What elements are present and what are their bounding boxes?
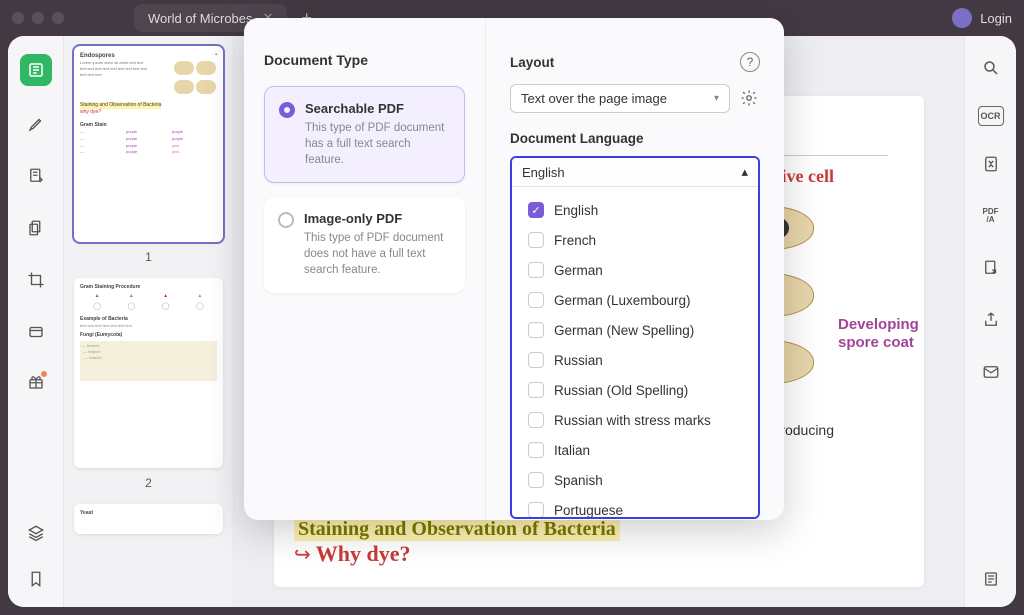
extract-page-icon[interactable]	[977, 254, 1005, 282]
checkbox-icon[interactable]	[528, 442, 544, 458]
left-tool-strip	[8, 36, 64, 607]
option-title: Image-only PDF	[304, 211, 451, 226]
language-option-italian[interactable]: Italian	[512, 435, 758, 465]
checkbox-icon[interactable]	[528, 472, 544, 488]
arrow-drawing: ↪	[294, 544, 316, 566]
language-option-russian-stress[interactable]: Russian with stress marks	[512, 405, 758, 435]
dialog-right-pane: Layout ? Text over the page image ▾ Docu…	[486, 18, 784, 520]
why-dye-handwriting: Why dye?	[316, 541, 411, 566]
properties-icon[interactable]	[977, 565, 1005, 593]
page-thumbnail-1[interactable]: Endospores• Lorem ipsum dolor sit amet t…	[74, 46, 223, 242]
radio-image-only-pdf[interactable]	[278, 212, 294, 228]
chevron-down-icon: ▾	[714, 93, 719, 104]
checkbox-icon[interactable]	[528, 502, 544, 517]
handwriting-spore-coat: Developingspore coat	[838, 316, 924, 352]
compress-icon[interactable]	[977, 150, 1005, 178]
chevron-up-icon: ▴	[741, 164, 748, 180]
ocr-icon[interactable]: OCR	[978, 106, 1004, 126]
search-icon[interactable]	[977, 54, 1005, 82]
traffic-lights	[12, 12, 64, 24]
language-label: French	[554, 233, 596, 248]
help-icon[interactable]: ?	[740, 52, 760, 72]
dialog-left-pane: Document Type Searchable PDF This type o…	[244, 18, 486, 520]
layout-select[interactable]: Text over the page image ▾	[510, 84, 730, 113]
language-label: Italian	[554, 443, 590, 458]
language-input[interactable]: English ▴	[512, 158, 758, 187]
language-label: English	[554, 203, 598, 218]
gift-icon[interactable]	[22, 370, 50, 398]
language-label: Russian with stress marks	[554, 413, 711, 428]
document-type-heading: Document Type	[264, 52, 465, 68]
thumbnail-page-number-2: 2	[74, 476, 223, 490]
page-thumbnail-2[interactable]: Gram Staining Procedure ▲▲▲▲ ◯◯◯◯ Exampl…	[74, 278, 223, 468]
gear-icon[interactable]	[740, 89, 760, 109]
ocr-settings-dialog: Document Type Searchable PDF This type o…	[244, 18, 784, 520]
checkbox-icon[interactable]	[528, 292, 544, 308]
minimize-window-button[interactable]	[32, 12, 44, 24]
page-thumbnail-panel: Endospores• Lorem ipsum dolor sit amet t…	[64, 36, 234, 607]
pdfa-icon[interactable]: PDF/A	[977, 202, 1005, 230]
language-label: German (Luxembourg)	[554, 293, 691, 308]
highlighter-icon[interactable]	[22, 110, 50, 138]
language-option-spanish[interactable]: Spanish	[512, 465, 758, 495]
language-label: Portuguese	[554, 503, 623, 518]
language-label: German (New Spelling)	[554, 323, 694, 338]
reader-mode-icon[interactable]	[20, 54, 52, 86]
option-description: This type of PDF document does not have …	[304, 230, 451, 278]
option-title: Searchable PDF	[305, 101, 450, 116]
page-bottom-annot: Staining and Observation of Bacteria ↪ W…	[294, 518, 620, 567]
option-description: This type of PDF document has a full tex…	[305, 120, 450, 168]
crop-icon[interactable]	[22, 266, 50, 294]
bookmark-icon[interactable]	[22, 565, 50, 593]
language-option-portuguese[interactable]: Portuguese	[512, 495, 758, 517]
language-option-german-luxembourg[interactable]: German (Luxembourg)	[512, 285, 758, 315]
checkbox-icon[interactable]	[528, 322, 544, 338]
checkbox-icon[interactable]	[528, 262, 544, 278]
language-dropdown-list: ✓ English French German German (Luxembou…	[512, 187, 758, 517]
right-tool-strip: OCR PDF/A	[964, 36, 1016, 607]
layout-select-value: Text over the page image	[521, 91, 667, 106]
copy-pages-icon[interactable]	[22, 214, 50, 242]
language-input-value: English	[522, 165, 565, 180]
checkbox-icon[interactable]	[528, 412, 544, 428]
login-label[interactable]: Login	[980, 11, 1012, 26]
tab-title: World of Microbes	[148, 11, 253, 26]
language-option-german[interactable]: German	[512, 255, 758, 285]
checkbox-icon[interactable]	[528, 232, 544, 248]
language-option-english[interactable]: ✓ English	[512, 195, 758, 225]
language-option-french[interactable]: French	[512, 225, 758, 255]
mail-icon[interactable]	[977, 358, 1005, 386]
staining-heading: Staining and Observation of Bacteria	[294, 518, 620, 541]
document-language-label: Document Language	[510, 131, 760, 146]
option-searchable-pdf[interactable]: Searchable PDF This type of PDF document…	[264, 86, 465, 183]
language-label: German	[554, 263, 603, 278]
thumbnail-page-number-1: 1	[74, 250, 223, 264]
layers-icon[interactable]	[22, 519, 50, 547]
language-option-russian-old-spelling[interactable]: Russian (Old Spelling)	[512, 375, 758, 405]
checkbox-icon[interactable]	[528, 382, 544, 398]
redact-icon[interactable]	[22, 318, 50, 346]
language-option-russian[interactable]: Russian	[512, 345, 758, 375]
checkbox-checked-icon[interactable]: ✓	[528, 202, 544, 218]
user-avatar[interactable]	[952, 8, 972, 28]
language-label: Spanish	[554, 473, 603, 488]
language-option-german-new-spelling[interactable]: German (New Spelling)	[512, 315, 758, 345]
checkbox-icon[interactable]	[528, 352, 544, 368]
zoom-window-button[interactable]	[52, 12, 64, 24]
page-thumbnail-3[interactable]: Yeast	[74, 504, 223, 534]
radio-searchable-pdf[interactable]	[279, 102, 295, 118]
language-label: Russian	[554, 353, 603, 368]
layout-label: Layout	[510, 55, 554, 70]
share-icon[interactable]	[977, 306, 1005, 334]
language-label: Russian (Old Spelling)	[554, 383, 688, 398]
edit-document-icon[interactable]	[22, 162, 50, 190]
option-image-only-pdf[interactable]: Image-only PDF This type of PDF document…	[264, 197, 465, 292]
language-combobox: English ▴ ✓ English French German	[510, 156, 760, 519]
close-window-button[interactable]	[12, 12, 24, 24]
